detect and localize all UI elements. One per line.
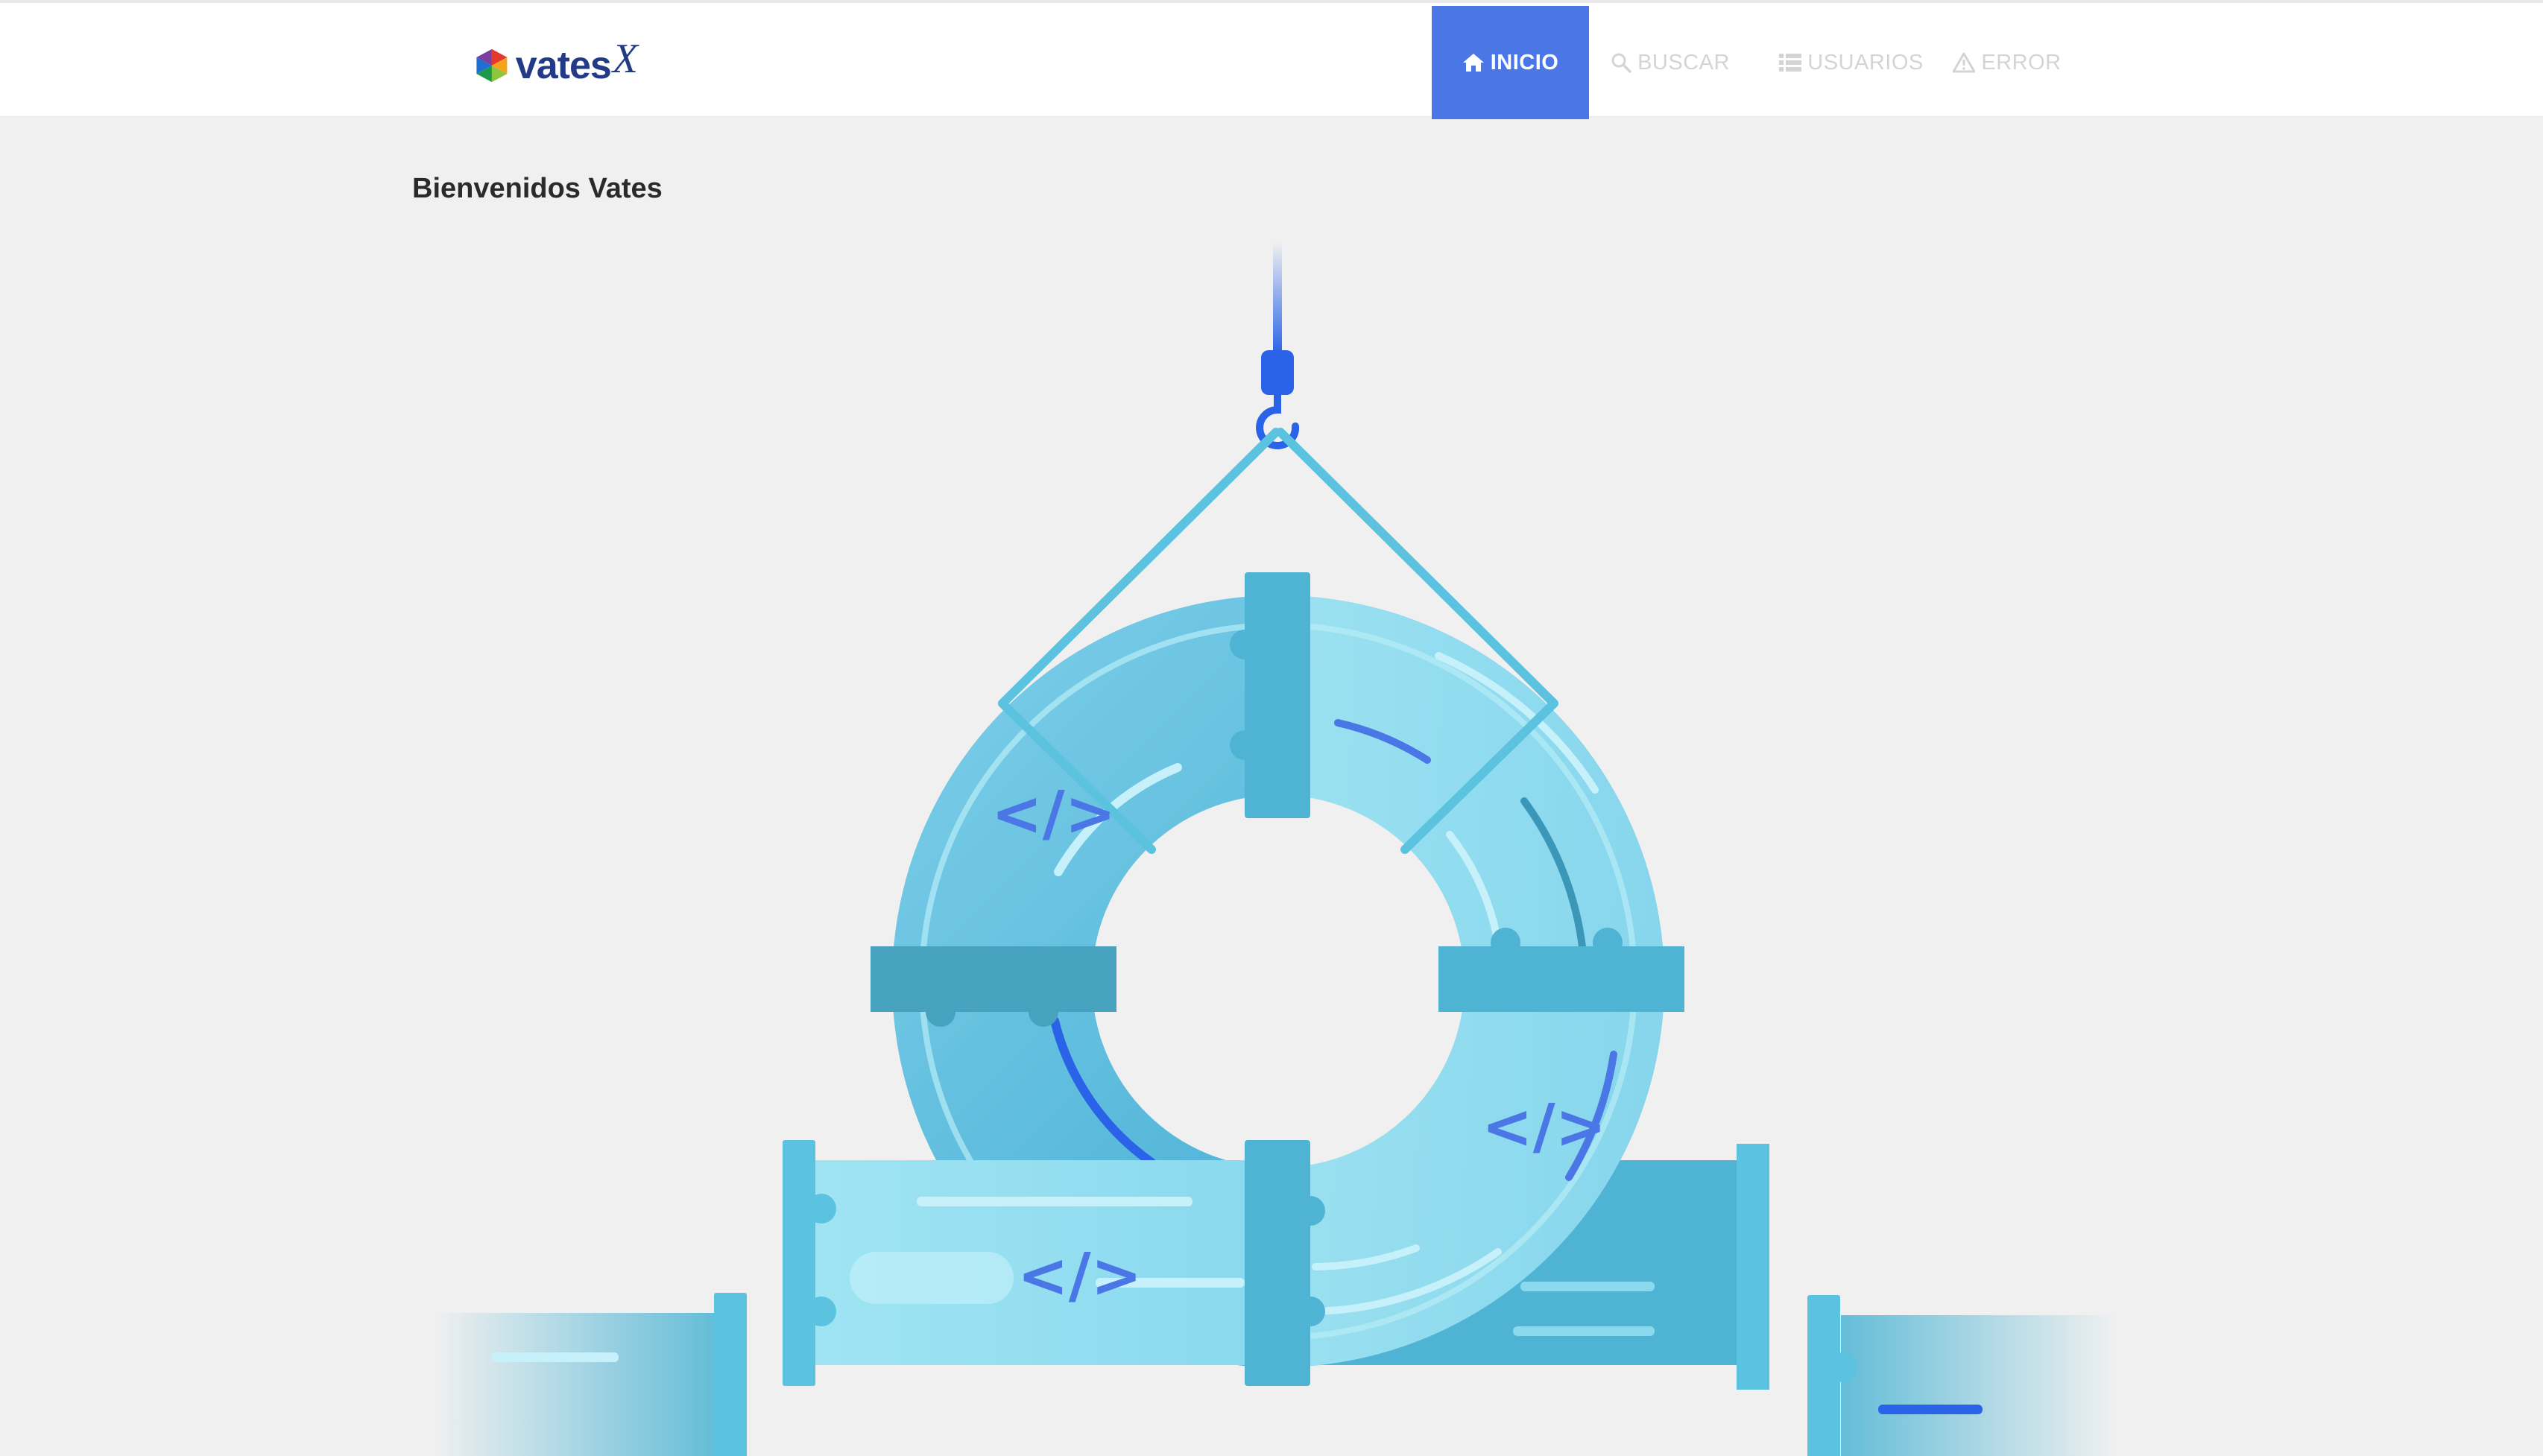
- code-symbol-2: </>: [1482, 1092, 1606, 1162]
- pipes-illustration: </> </> </>: [432, 242, 2117, 1456]
- right-side-pipe: [1807, 1295, 2117, 1456]
- left-side-pipe: [432, 1293, 747, 1456]
- code-symbol-3: </>: [1017, 1241, 1142, 1311]
- code-symbol-1: </>: [991, 779, 1116, 849]
